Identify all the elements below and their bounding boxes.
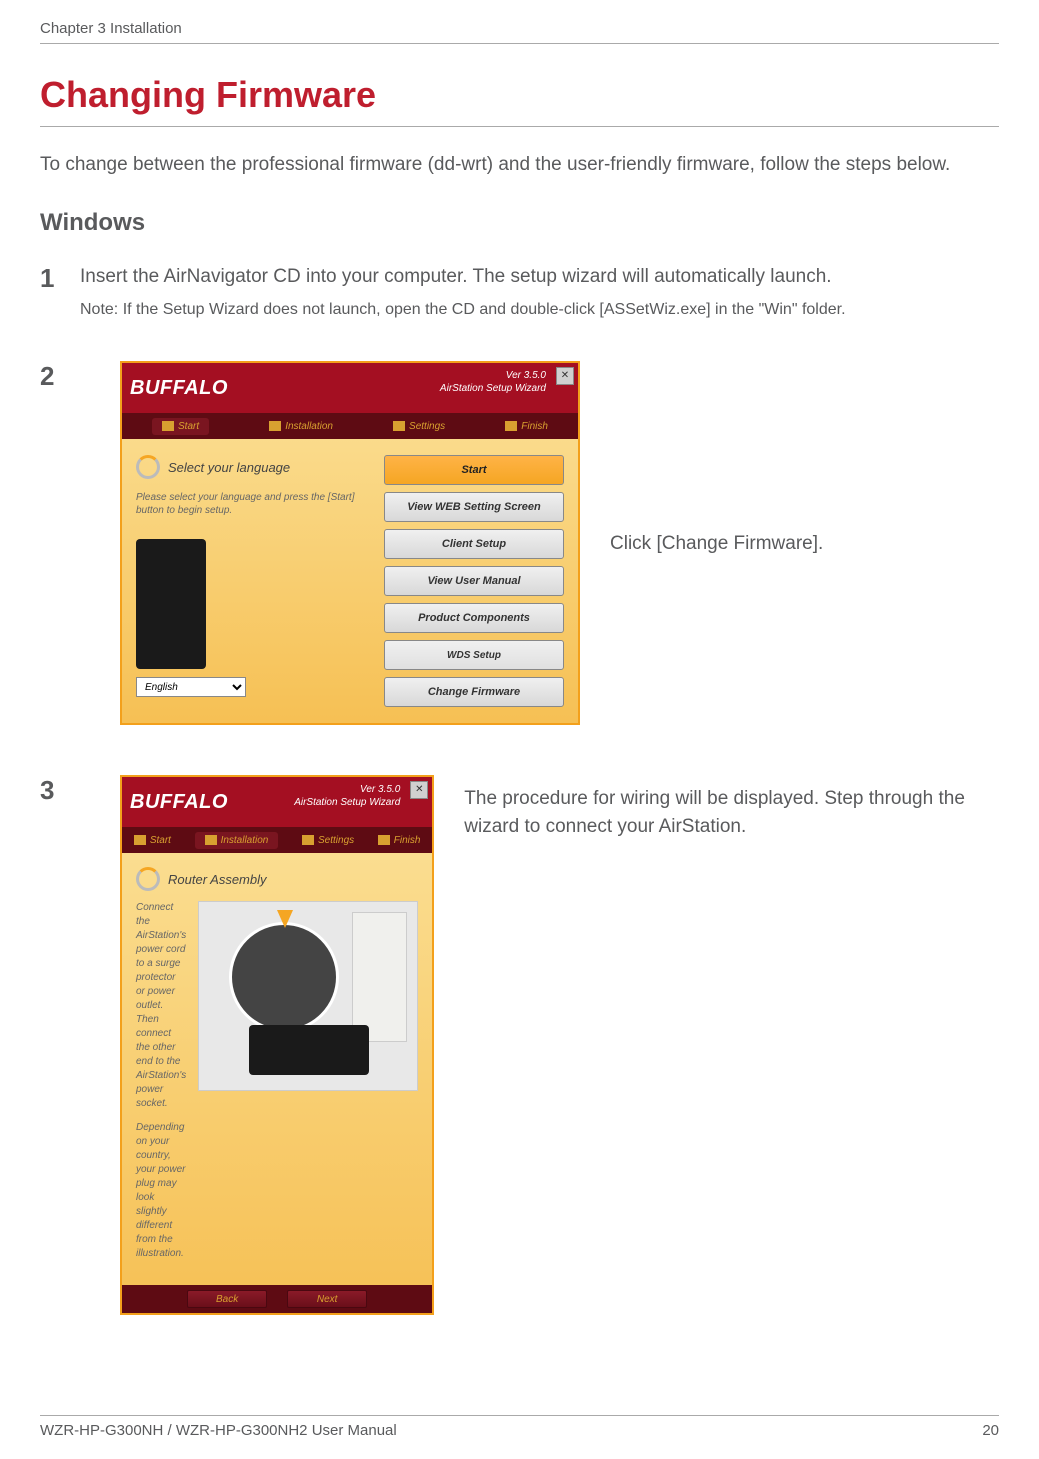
assembly-p1: Connect the AirStation's power cord to a… [136, 901, 186, 1111]
wizard-tabs: Start Installation Settings Finish [122, 827, 432, 853]
view-user-manual-button[interactable]: View User Manual [384, 566, 564, 596]
wizard-screenshot-1: BUFFALO Ver 3.5.0 AirStation Setup Wizar… [120, 361, 580, 725]
section-heading: Windows [40, 209, 999, 237]
pc-tower-image [352, 912, 407, 1042]
tab-start[interactable]: Start [134, 835, 171, 846]
language-hint: Please select your language and press th… [136, 491, 374, 517]
close-icon[interactable]: ✕ [410, 781, 428, 799]
tab-finish[interactable]: Finish [378, 835, 421, 846]
router-assembly-label: Router Assembly [168, 872, 267, 887]
wizard-footer: Back Next [122, 1285, 432, 1313]
wizard-content: Select your language Please select your … [122, 439, 578, 723]
language-select[interactable]: English [136, 677, 246, 697]
wizard-subtitle: AirStation Setup Wizard [294, 796, 400, 809]
wds-setup-button[interactable]: WDS Setup [384, 640, 564, 670]
tab-finish[interactable]: Finish [505, 421, 548, 432]
assembly-image [198, 901, 418, 1091]
wrench-icon [302, 835, 314, 845]
step-1-note: Note: If the Setup Wizard does not launc… [80, 298, 999, 321]
wizard-titlebar: BUFFALO Ver 3.5.0 AirStation Setup Wizar… [122, 777, 432, 827]
page-footer: WZR-HP-G300NH / WZR-HP-G300NH2 User Manu… [40, 1415, 999, 1439]
wrench-icon [393, 421, 405, 431]
wizard-version: Ver 3.5.0 [294, 783, 400, 796]
tab-settings[interactable]: Settings [302, 835, 354, 846]
connection-highlight-icon [229, 922, 339, 1032]
wizard-version: Ver 3.5.0 [440, 369, 546, 382]
close-icon[interactable]: ✕ [556, 367, 574, 385]
chapter-label: Chapter 3 Installation [40, 20, 182, 37]
gear-icon [205, 835, 217, 845]
intro-text: To change between the professional firmw… [40, 151, 999, 179]
gear-icon [269, 421, 281, 431]
tab-start[interactable]: Start [152, 418, 209, 435]
step-1: 1 Insert the AirNavigator CD into your c… [40, 263, 999, 322]
step-2-instruction: Click [Change Firmware]. [610, 530, 823, 558]
router-image [249, 1025, 369, 1075]
spinner-icon [136, 867, 160, 891]
step-1-text: Insert the AirNavigator CD into your com… [80, 263, 999, 291]
assembly-p2: Depending on your country, your power pl… [136, 1121, 186, 1261]
step-number: 1 [40, 263, 80, 294]
page-title: Changing Firmware [40, 74, 999, 127]
wizard-version-title: Ver 3.5.0 AirStation Setup Wizard [294, 783, 400, 809]
wizard-content: Router Assembly Connect the AirStation's… [122, 853, 432, 1285]
next-button[interactable]: Next [287, 1290, 367, 1308]
change-firmware-button[interactable]: Change Firmware [384, 677, 564, 707]
clapboard-icon [134, 835, 146, 845]
buffalo-logo: BUFFALO [130, 791, 228, 814]
view-web-setting-button[interactable]: View WEB Setting Screen [384, 492, 564, 522]
wizard-tabs: Start Installation Settings Finish [122, 413, 578, 439]
wizard-subtitle: AirStation Setup Wizard [440, 382, 546, 395]
spinner-icon [136, 455, 160, 479]
page-number: 20 [982, 1422, 999, 1439]
router-image [136, 539, 206, 669]
wizard-version-title: Ver 3.5.0 AirStation Setup Wizard [440, 369, 546, 395]
buffalo-logo: BUFFALO [130, 377, 228, 400]
flag-icon [505, 421, 517, 431]
tab-installation[interactable]: Installation [195, 832, 279, 849]
client-setup-button[interactable]: Client Setup [384, 529, 564, 559]
product-components-button[interactable]: Product Components [384, 603, 564, 633]
clapboard-icon [162, 421, 174, 431]
flag-icon [378, 835, 390, 845]
back-button[interactable]: Back [187, 1290, 267, 1308]
step-number: 2 [40, 361, 80, 392]
arrow-down-icon [277, 910, 293, 928]
select-language-label: Select your language [168, 460, 290, 475]
assembly-instructions: Connect the AirStation's power cord to a… [136, 901, 186, 1271]
start-button[interactable]: Start [384, 455, 564, 485]
wizard-titlebar: BUFFALO Ver 3.5.0 AirStation Setup Wizar… [122, 363, 578, 413]
wizard-screenshot-2: BUFFALO Ver 3.5.0 AirStation Setup Wizar… [120, 775, 434, 1315]
step-3-instruction: The procedure for wiring will be display… [464, 785, 999, 840]
tab-installation[interactable]: Installation [269, 421, 333, 432]
tab-settings[interactable]: Settings [393, 421, 445, 432]
step-number: 3 [40, 775, 80, 806]
manual-title: WZR-HP-G300NH / WZR-HP-G300NH2 User Manu… [40, 1422, 397, 1439]
